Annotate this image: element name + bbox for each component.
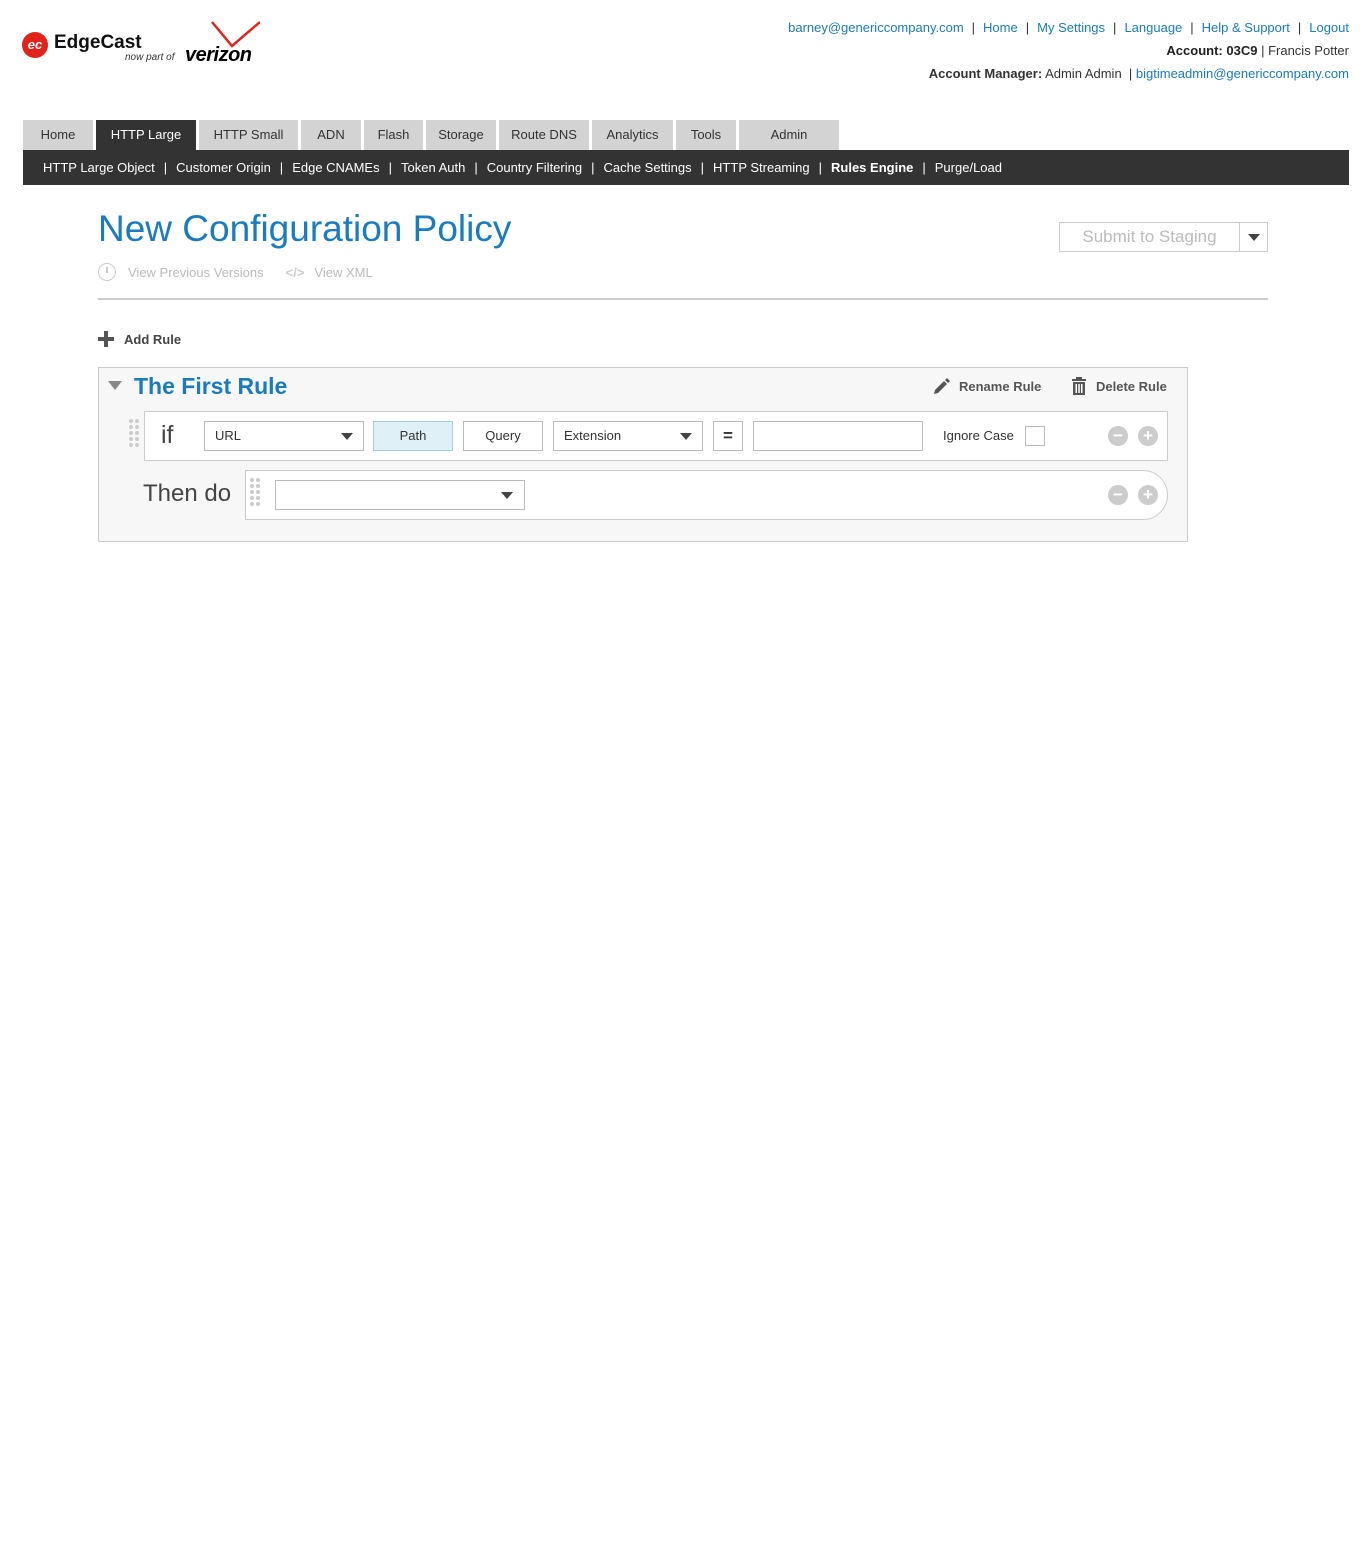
chevron-down-icon bbox=[680, 433, 692, 440]
account-info: Account: 03C9 | Francis Potter bbox=[1166, 43, 1349, 58]
action-select[interactable] bbox=[275, 480, 525, 510]
submit-dropdown-toggle[interactable] bbox=[1240, 223, 1267, 251]
tab-storage[interactable]: Storage bbox=[426, 120, 496, 150]
verizon-check-icon bbox=[211, 21, 260, 48]
view-previous-versions-link[interactable]: View Previous Versions bbox=[128, 265, 264, 280]
main-tabs: Home HTTP Large HTTP Small ADN Flash Sto… bbox=[23, 120, 842, 150]
match-type-select[interactable]: URL bbox=[204, 421, 364, 451]
manager-label: Account Manager: bbox=[928, 66, 1043, 81]
subnav-rules-engine[interactable]: Rules Engine bbox=[831, 160, 913, 175]
add-condition-button[interactable]: + bbox=[1138, 426, 1158, 446]
condition-value-input[interactable] bbox=[753, 421, 923, 451]
code-icon: </> bbox=[285, 264, 305, 280]
then-do-label: Then do bbox=[143, 480, 232, 507]
my-settings-link[interactable]: My Settings bbox=[1037, 20, 1105, 35]
subnav-http-streaming[interactable]: HTTP Streaming bbox=[713, 160, 810, 175]
plus-icon bbox=[98, 331, 114, 347]
help-support-link[interactable]: Help & Support bbox=[1202, 20, 1290, 35]
trash-icon bbox=[1072, 377, 1086, 395]
user-email-link[interactable]: barney@genericcompany.com bbox=[788, 20, 964, 35]
delete-rule-button[interactable]: Delete Rule bbox=[1071, 377, 1167, 395]
remove-condition-button[interactable]: − bbox=[1108, 426, 1128, 446]
add-action-button[interactable]: + bbox=[1138, 485, 1158, 505]
tab-adn[interactable]: ADN bbox=[301, 120, 361, 150]
query-toggle-button[interactable]: Query bbox=[463, 421, 543, 451]
account-manager-info: Account Manager: Admin Admin | bigtimead… bbox=[928, 66, 1349, 81]
ignore-case-checkbox[interactable] bbox=[1025, 426, 1045, 446]
home-link[interactable]: Home bbox=[983, 20, 1018, 35]
add-rule-button[interactable]: Add Rule bbox=[98, 331, 181, 347]
tab-route-dns[interactable]: Route DNS bbox=[499, 120, 589, 150]
chevron-down-icon bbox=[1248, 234, 1260, 241]
chevron-down-icon bbox=[341, 433, 353, 440]
sub-nav: HTTP Large Object | Customer Origin | Edge C… bbox=[23, 150, 1349, 185]
tab-flash[interactable]: Flash bbox=[364, 120, 423, 150]
collapse-caret-icon[interactable] bbox=[108, 381, 122, 390]
clock-icon bbox=[98, 263, 116, 281]
delete-rule-label: Delete Rule bbox=[1096, 378, 1167, 394]
match-type-value: URL bbox=[215, 428, 242, 443]
field-select[interactable]: Extension bbox=[553, 421, 703, 451]
chevron-down-icon bbox=[501, 492, 513, 499]
rename-rule-label: Rename Rule bbox=[959, 378, 1042, 394]
remove-action-button[interactable]: − bbox=[1108, 485, 1128, 505]
drag-handle-icon[interactable] bbox=[250, 478, 260, 506]
view-xml-link[interactable]: View XML bbox=[314, 265, 372, 280]
tab-http-large[interactable]: HTTP Large bbox=[96, 120, 196, 150]
account-label: Account: bbox=[1166, 43, 1223, 58]
add-rule-label: Add Rule bbox=[124, 331, 182, 347]
logo-tagline: now part of bbox=[125, 52, 175, 63]
subnav-edge-cnames[interactable]: Edge CNAMEs bbox=[292, 160, 379, 175]
operator-button[interactable]: = bbox=[713, 421, 743, 451]
rule-title: The First Rule bbox=[134, 373, 288, 399]
page-title: New Configuration Policy bbox=[98, 208, 512, 249]
subnav-customer-origin[interactable]: Customer Origin bbox=[176, 160, 271, 175]
submit-label[interactable]: Submit to Staging bbox=[1060, 223, 1240, 251]
tab-analytics[interactable]: Analytics bbox=[592, 120, 673, 150]
path-toggle-button[interactable]: Path bbox=[373, 421, 453, 451]
rename-rule-button[interactable]: Rename Rule bbox=[932, 377, 1041, 395]
manager-email-link[interactable]: bigtimeadmin@genericcompany.com bbox=[1136, 66, 1349, 81]
subnav-http-large-object[interactable]: HTTP Large Object bbox=[43, 160, 155, 175]
edgecast-wordmark: EdgeCast bbox=[54, 32, 142, 53]
field-value: Extension bbox=[564, 428, 622, 443]
tab-http-small[interactable]: HTTP Small bbox=[199, 120, 298, 150]
ignore-case-label: Ignore Case bbox=[943, 428, 1014, 443]
top-links: barney@genericcompany.com | Home | My Settin… bbox=[788, 20, 1349, 35]
tab-home[interactable]: Home bbox=[23, 120, 93, 150]
account-id: 03C9 bbox=[1226, 43, 1258, 58]
if-label: if bbox=[161, 421, 174, 449]
subnav-country-filtering[interactable]: Country Filtering bbox=[487, 160, 582, 175]
subnav-purge-load[interactable]: Purge/Load bbox=[935, 160, 1002, 175]
language-link[interactable]: Language bbox=[1124, 20, 1182, 35]
tab-tools[interactable]: Tools bbox=[676, 120, 736, 150]
logout-link[interactable]: Logout bbox=[1309, 20, 1349, 35]
tab-admin[interactable]: Admin bbox=[739, 120, 839, 150]
edgecast-verizon-logo[interactable]: ec EdgeCast now part of verizon bbox=[22, 20, 272, 70]
divider bbox=[98, 298, 1268, 300]
drag-handle-icon[interactable] bbox=[129, 419, 139, 447]
edgecast-logo-mark: ec bbox=[22, 32, 48, 58]
pencil-icon bbox=[934, 378, 950, 394]
policy-actions: View Previous Versions </> View XML bbox=[98, 263, 373, 281]
manager-name: Admin Admin bbox=[1045, 66, 1122, 81]
subnav-token-auth[interactable]: Token Auth bbox=[401, 160, 465, 175]
submit-to-staging-button[interactable]: Submit to Staging bbox=[1059, 222, 1268, 252]
subnav-cache-settings[interactable]: Cache Settings bbox=[603, 160, 691, 175]
account-user: Francis Potter bbox=[1268, 43, 1349, 58]
